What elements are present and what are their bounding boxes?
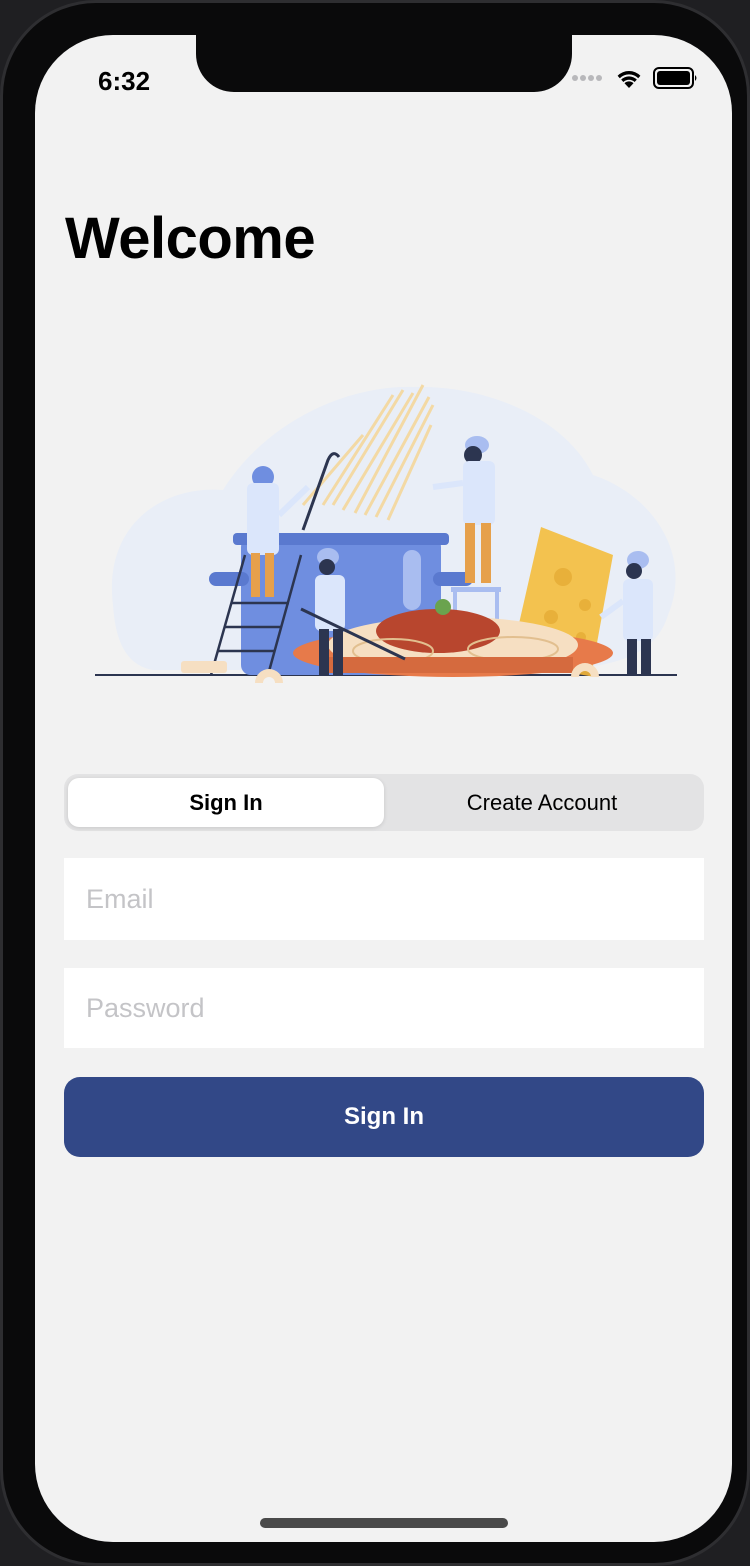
sign-in-button[interactable]: Sign In <box>64 1077 704 1157</box>
email-field[interactable] <box>64 858 704 940</box>
auth-mode-segmented-control: Sign In Create Account <box>64 774 704 831</box>
battery-icon <box>653 67 697 89</box>
tab-create-account[interactable]: Create Account <box>384 778 700 827</box>
device-notch <box>196 35 572 92</box>
status-time: 6:32 <box>98 66 151 96</box>
wifi-icon <box>617 71 641 88</box>
status-icons <box>571 67 699 89</box>
chefs-cooking-illustration <box>95 384 677 683</box>
password-field[interactable] <box>64 968 704 1048</box>
tab-sign-in[interactable]: Sign In <box>68 778 384 827</box>
device-frame: 6:32 Welcome Sign In Create Account Emai… <box>0 0 750 1566</box>
home-indicator[interactable] <box>260 1518 508 1528</box>
cellular-dots-icon <box>572 75 602 81</box>
app-screen: 6:32 Welcome Sign In Create Account Emai… <box>35 35 732 1542</box>
page-title: Welcome <box>65 206 316 271</box>
